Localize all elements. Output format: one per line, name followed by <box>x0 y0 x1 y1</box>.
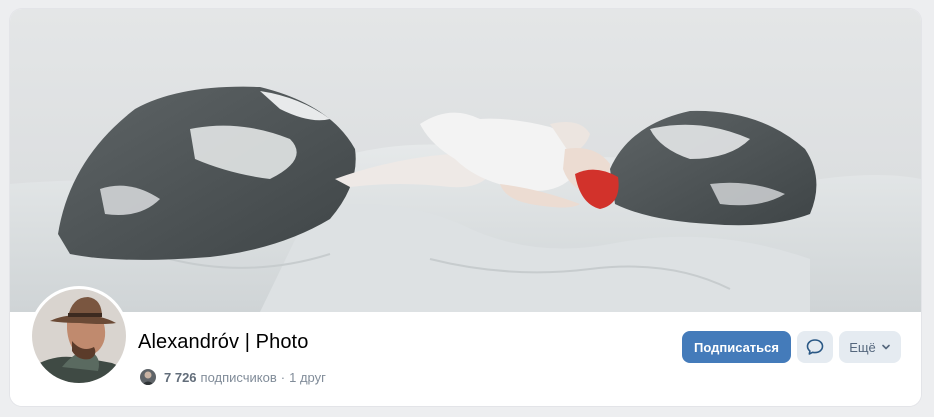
cover-image <box>10 9 921 312</box>
subscribe-button[interactable]: Подписаться <box>682 331 791 363</box>
profile-card: Alexandróv | Photo 7 726 подписчиков · 1… <box>10 9 921 406</box>
avatar[interactable] <box>29 286 129 386</box>
followers-count[interactable]: 7 726 <box>164 370 197 385</box>
profile-name: Alexandróv | Photo <box>138 331 309 353</box>
meta-separator: · <box>280 369 286 385</box>
chevron-down-icon <box>881 344 890 350</box>
follower-avatar[interactable] <box>140 369 156 385</box>
profile-meta: 7 726 подписчиков · 1 друг <box>140 367 326 387</box>
follower-avatar-image <box>140 369 156 385</box>
message-bubble-icon <box>806 339 824 355</box>
message-button[interactable] <box>797 331 833 363</box>
avatar-photo <box>32 289 126 383</box>
followers-label[interactable]: подписчиков <box>201 370 277 385</box>
more-label: Ещё <box>849 339 876 355</box>
cover-photo[interactable] <box>10 9 921 312</box>
profile-info: Alexandróv | Photo 7 726 подписчиков · 1… <box>10 286 921 406</box>
friends-link[interactable]: 1 друг <box>289 370 326 385</box>
more-button[interactable]: Ещё <box>839 331 901 363</box>
